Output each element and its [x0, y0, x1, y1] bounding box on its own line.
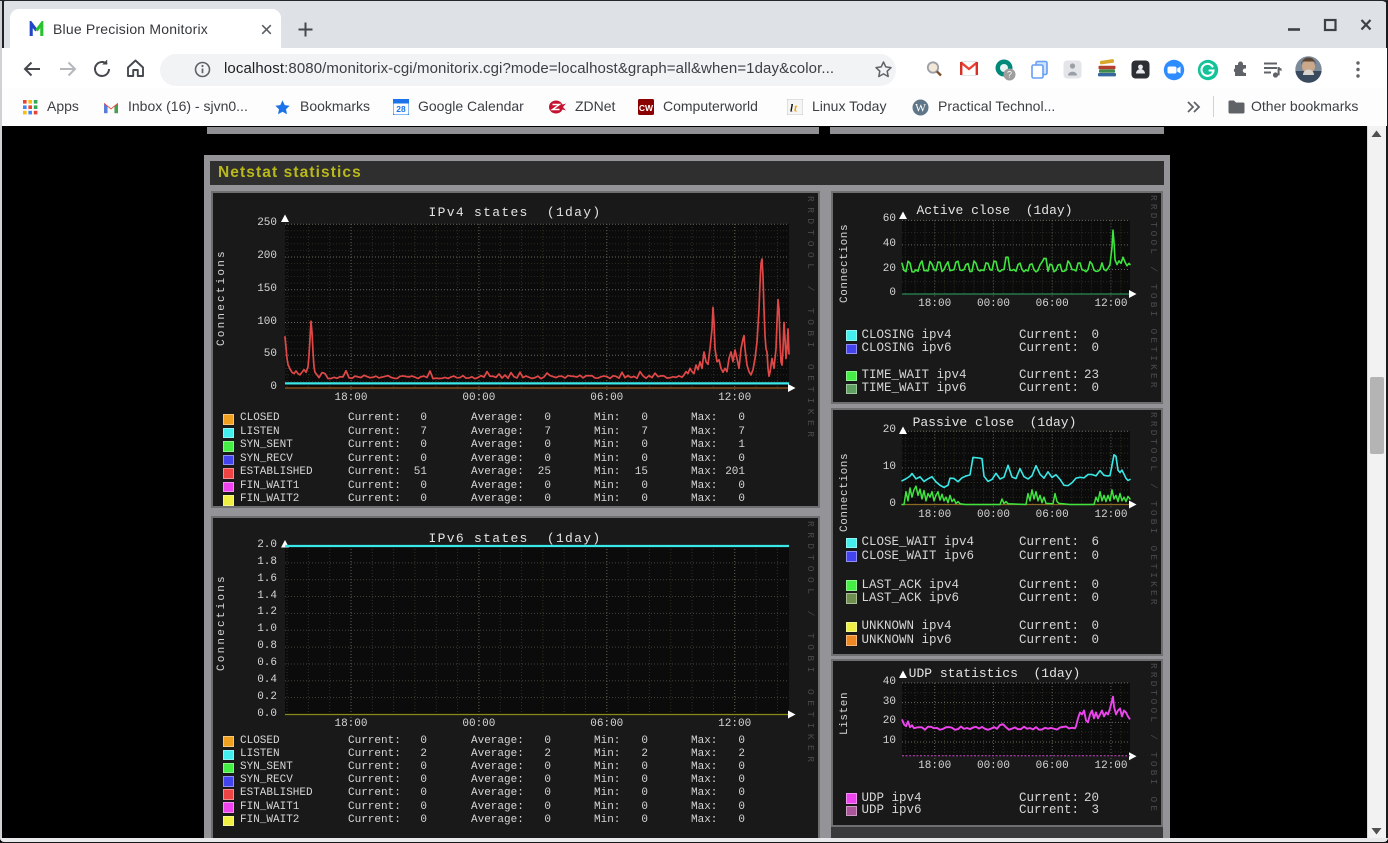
- svg-text:CW: CW: [639, 102, 654, 112]
- svg-text:W: W: [915, 102, 926, 114]
- svg-text:?: ?: [1007, 70, 1012, 80]
- svg-text:28: 28: [396, 104, 406, 114]
